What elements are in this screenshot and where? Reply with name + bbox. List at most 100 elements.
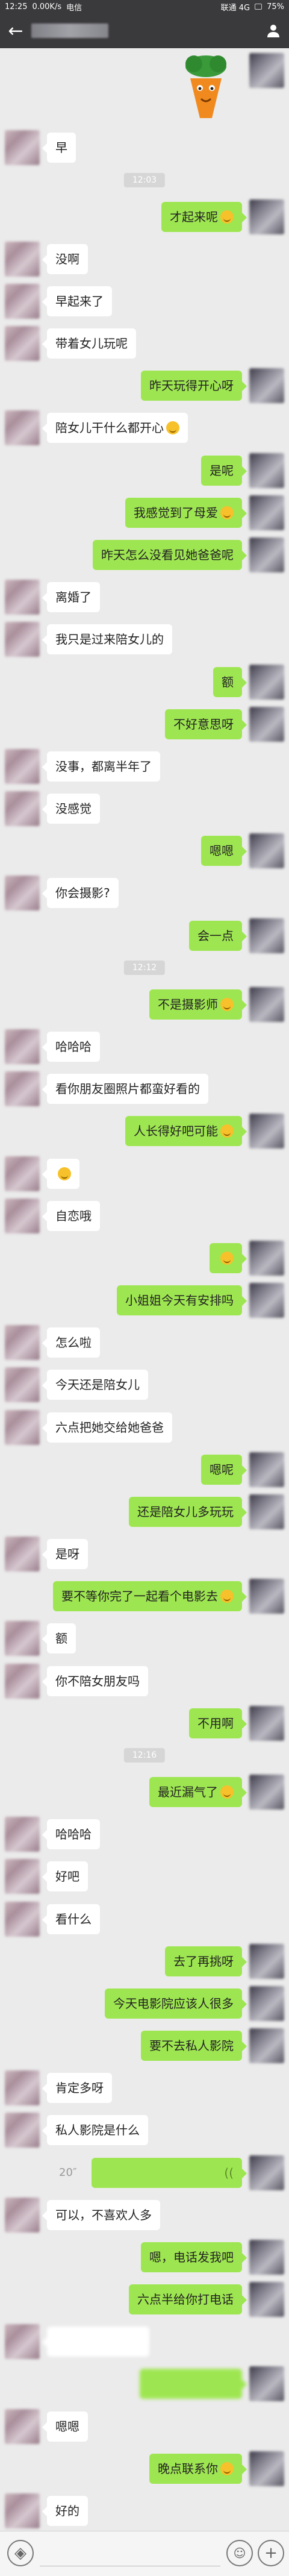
avatar[interactable] xyxy=(5,749,40,784)
message-bubble[interactable] xyxy=(140,2369,247,2399)
message-bubble[interactable]: 没啊 xyxy=(42,244,88,274)
avatar[interactable] xyxy=(249,918,284,953)
message-bubble[interactable]: 离婚了 xyxy=(42,582,100,612)
avatar[interactable] xyxy=(5,1410,40,1445)
avatar[interactable] xyxy=(5,1817,40,1852)
avatar[interactable] xyxy=(5,580,40,615)
message-bubble[interactable]: 看什么 xyxy=(42,1904,100,1934)
avatar[interactable] xyxy=(5,1156,40,1191)
back-button[interactable]: ← xyxy=(0,13,31,48)
message-bubble[interactable]: 今天还是陪女儿 xyxy=(42,1370,148,1400)
avatar[interactable] xyxy=(5,2324,40,2359)
message-bubble[interactable]: 哈哈哈 xyxy=(42,1819,100,1849)
message-bubble[interactable]: 会一点 xyxy=(189,921,247,951)
avatar[interactable] xyxy=(249,199,284,234)
message-input[interactable] xyxy=(40,2541,220,2566)
sticker-image[interactable] xyxy=(170,51,242,123)
message-bubble[interactable]: 额 xyxy=(213,667,247,697)
avatar[interactable] xyxy=(5,1537,40,1572)
avatar[interactable] xyxy=(5,1902,40,1937)
avatar[interactable] xyxy=(249,2028,284,2063)
avatar[interactable] xyxy=(5,410,40,445)
message-bubble[interactable]: 小姐姐今天有安排吗 xyxy=(117,1285,247,1315)
avatar[interactable] xyxy=(249,495,284,530)
avatar[interactable] xyxy=(5,622,40,657)
avatar[interactable] xyxy=(5,130,40,165)
avatar[interactable] xyxy=(249,1706,284,1741)
avatar[interactable] xyxy=(249,453,284,488)
avatar[interactable] xyxy=(5,1325,40,1360)
avatar[interactable] xyxy=(249,2282,284,2317)
message-bubble[interactable]: 你不陪女朋友吗 xyxy=(42,1666,148,1696)
message-bubble[interactable]: 还是陪女儿多玩玩 xyxy=(129,1497,247,1527)
avatar[interactable] xyxy=(249,2451,284,2486)
message-bubble[interactable]: 六点半给你打电话 xyxy=(129,2284,247,2314)
avatar[interactable] xyxy=(249,2366,284,2401)
avatar[interactable] xyxy=(249,1452,284,1487)
message-bubble[interactable]: 嗯，电话发我吧 xyxy=(141,2242,247,2272)
message-bubble[interactable]: 不是摄影师 xyxy=(149,989,247,1020)
message-bubble[interactable]: 你会摄影? xyxy=(42,878,119,908)
message-bubble[interactable]: 早 xyxy=(42,133,76,163)
avatar[interactable] xyxy=(249,1494,284,1529)
avatar[interactable] xyxy=(249,1775,284,1810)
message-bubble[interactable] xyxy=(42,2327,149,2357)
message-bubble[interactable]: 我只是过来陪女儿的 xyxy=(42,624,172,654)
avatar[interactable] xyxy=(249,833,284,868)
avatar[interactable] xyxy=(249,665,284,700)
avatar[interactable] xyxy=(249,707,284,742)
avatar[interactable] xyxy=(5,2113,40,2148)
message-bubble[interactable]: 去了再挑呀 xyxy=(165,1946,247,1976)
message-bubble[interactable] xyxy=(42,1159,79,1189)
avatar[interactable] xyxy=(249,1986,284,2021)
message-bubble[interactable]: 昨天怎么没看见她爸爸呢 xyxy=(93,540,247,570)
avatar[interactable] xyxy=(5,2070,40,2105)
avatar[interactable] xyxy=(249,1944,284,1979)
avatar[interactable] xyxy=(249,1579,284,1614)
message-bubble[interactable]: 是呀 xyxy=(42,1539,88,1569)
avatar[interactable] xyxy=(5,2409,40,2444)
message-bubble[interactable]: 今天电影院应该人很多 xyxy=(105,1988,247,2019)
message-bubble[interactable]: 肯定多呀 xyxy=(42,2073,112,2103)
voice-button[interactable]: ◈ xyxy=(7,2540,34,2566)
message-bubble[interactable]: 早起来了 xyxy=(42,286,112,316)
avatar[interactable] xyxy=(249,2155,284,2190)
message-bubble[interactable]: 最近漏气了 xyxy=(149,1777,247,1807)
avatar[interactable] xyxy=(5,2493,40,2528)
avatar[interactable] xyxy=(5,876,40,910)
avatar[interactable] xyxy=(5,284,40,319)
avatar[interactable] xyxy=(249,537,284,572)
avatar[interactable] xyxy=(5,791,40,826)
avatar[interactable] xyxy=(5,1367,40,1402)
avatar[interactable] xyxy=(5,1664,40,1699)
message-bubble[interactable]: 带着女儿玩呢 xyxy=(42,328,136,359)
message-bubble[interactable]: 晚点联系你 xyxy=(149,2454,247,2484)
avatar[interactable] xyxy=(249,1241,284,1276)
avatar[interactable] xyxy=(5,242,40,277)
message-list[interactable]: 早 12:03 才起来呢 没啊 早起来了 带着女儿玩呢 昨天玩得开心呀 陪女儿干什么都开心 是呢… xyxy=(0,48,289,2531)
voice-message-bubble[interactable]: 20″ (( xyxy=(59,2158,247,2188)
avatar[interactable] xyxy=(249,53,284,88)
message-bubble[interactable]: 不好意思呀 xyxy=(165,709,247,739)
message-bubble[interactable]: 要不去私人影院 xyxy=(141,2031,247,2061)
message-bubble[interactable]: 不用啊 xyxy=(189,1708,247,1738)
message-bubble[interactable]: 人长得好吧可能 xyxy=(125,1116,247,1146)
message-bubble[interactable]: 怎么啦 xyxy=(42,1327,100,1358)
avatar[interactable] xyxy=(5,1621,40,1656)
message-bubble[interactable]: 要不等你完了一起看个电影去 xyxy=(53,1581,247,1611)
message-bubble[interactable]: 额 xyxy=(42,1623,76,1653)
avatar[interactable] xyxy=(5,1071,40,1106)
avatar[interactable] xyxy=(5,1199,40,1233)
message-bubble[interactable]: 嗯呢 xyxy=(201,1455,247,1485)
avatar[interactable] xyxy=(249,987,284,1022)
avatar[interactable] xyxy=(249,1283,284,1318)
avatar[interactable] xyxy=(5,1029,40,1064)
avatar[interactable] xyxy=(249,1114,284,1149)
message-bubble[interactable]: 私人影院是什么 xyxy=(42,2115,148,2145)
message-bubble[interactable]: 嗯嗯 xyxy=(42,2411,88,2442)
avatar[interactable] xyxy=(5,1859,40,1894)
avatar[interactable] xyxy=(5,326,40,361)
message-bubble[interactable]: 才起来呢 xyxy=(161,202,247,232)
message-bubble[interactable]: 自恋哦 xyxy=(42,1201,100,1231)
message-bubble[interactable]: 好的 xyxy=(42,2496,88,2526)
